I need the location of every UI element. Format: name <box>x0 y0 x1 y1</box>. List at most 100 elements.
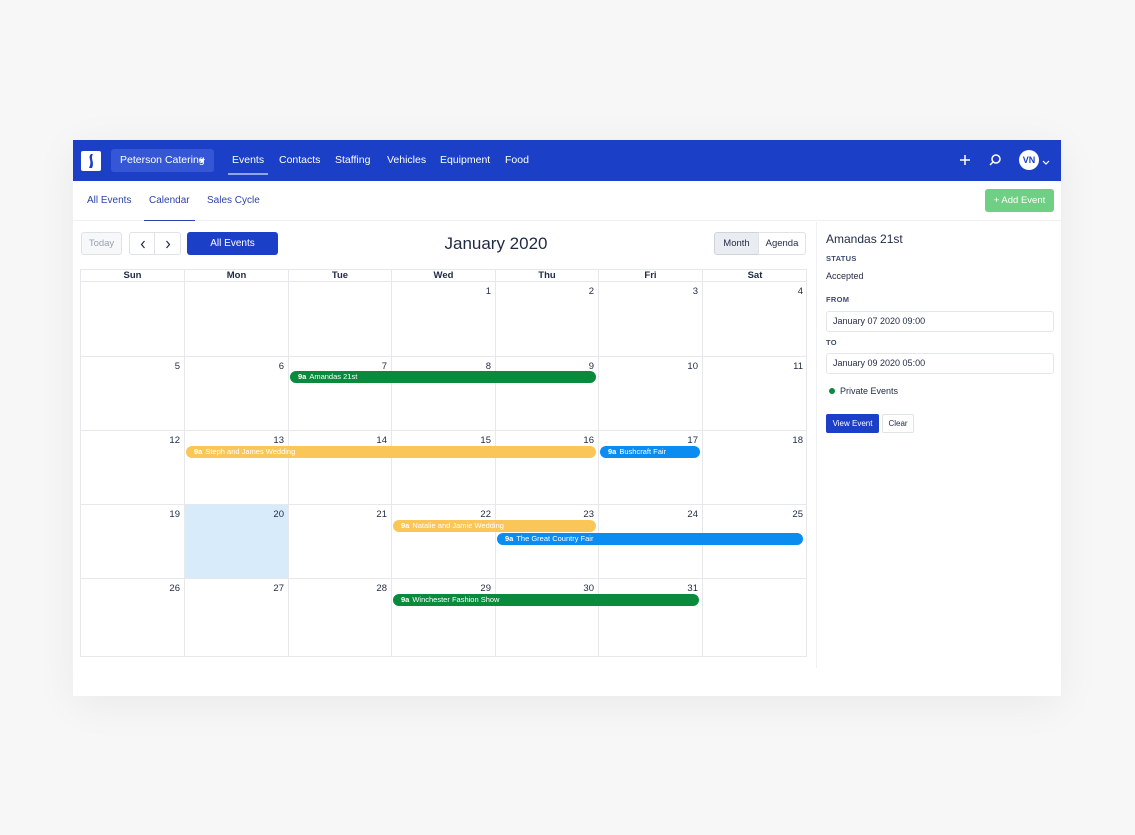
day-cell[interactable]: 26 <box>80 578 184 657</box>
day-cell[interactable]: 6 <box>184 356 288 430</box>
day-cell-today[interactable]: 20 <box>184 504 288 578</box>
event-name: Natalie and Jamie Wedding <box>412 521 504 530</box>
month-view-button[interactable]: Month <box>714 232 759 255</box>
day-cell[interactable]: 3 <box>598 281 702 356</box>
day-number: 16 <box>583 435 594 446</box>
day-cell[interactable]: 19 <box>80 504 184 578</box>
day-number: 29 <box>480 583 491 594</box>
tab-all-events[interactable]: All Events <box>87 181 131 219</box>
view-event-button[interactable]: View Event <box>826 414 879 433</box>
from-field[interactable]: January 07 2020 09:00 <box>826 311 1054 332</box>
nav-item-equipment[interactable]: Equipment <box>440 140 490 181</box>
organization-name: Peterson Catering <box>120 154 205 166</box>
nav-item-contacts[interactable]: Contacts <box>279 140 320 181</box>
event-time: 9a <box>505 534 514 543</box>
nav-item-vehicles[interactable]: Vehicles <box>387 140 426 181</box>
weekday-header: Sat <box>702 269 807 281</box>
chevron-down-icon[interactable] <box>1041 154 1051 165</box>
nav-item-events[interactable]: Events <box>227 140 269 181</box>
plus-icon[interactable] <box>956 151 974 169</box>
today-button[interactable]: Today <box>81 232 122 255</box>
event-title: Amandas 21st <box>826 232 903 246</box>
event-time: 9a <box>401 521 410 530</box>
to-field[interactable]: January 09 2020 05:00 <box>826 353 1054 374</box>
day-cell[interactable] <box>288 281 391 356</box>
month-grid: Sun Mon Tue Wed Thu Fri Sat 1 2 3 4 5 6 7 8 9 10 11 12 13 14… <box>80 269 807 657</box>
day-number: 25 <box>792 509 803 520</box>
day-number: 24 <box>687 509 698 520</box>
app-logo-icon[interactable] <box>81 151 101 171</box>
calendar-event[interactable]: 9a Winchester Fashion Show <box>393 594 699 606</box>
status-label: STATUS <box>826 254 857 263</box>
day-cell[interactable]: 17 <box>598 430 702 504</box>
day-cell[interactable] <box>702 578 807 657</box>
day-cell[interactable]: 22 <box>391 504 495 578</box>
tab-calendar[interactable]: Calendar <box>144 181 195 221</box>
caret-down-icon <box>199 159 205 163</box>
add-event-button[interactable]: + Add Event <box>985 189 1054 212</box>
event-filter-button[interactable]: All Events <box>187 232 278 255</box>
day-cell[interactable]: 31 <box>598 578 702 657</box>
day-number: 27 <box>273 583 284 594</box>
status-value: Accepted <box>826 271 864 281</box>
day-cell[interactable]: 28 <box>288 578 391 657</box>
day-number: 5 <box>174 361 180 372</box>
day-cell[interactable]: 10 <box>598 356 702 430</box>
day-cell[interactable]: 13 <box>184 430 288 504</box>
day-cell[interactable]: 11 <box>702 356 807 430</box>
day-number: 2 <box>588 286 594 297</box>
day-cell[interactable]: 14 <box>288 430 391 504</box>
day-cell[interactable]: 21 <box>288 504 391 578</box>
calendar-event[interactable]: 9a The Great Country Fair <box>497 533 803 545</box>
day-cell[interactable]: 4 <box>702 281 807 356</box>
day-cell[interactable] <box>80 281 184 356</box>
day-cell[interactable] <box>184 281 288 356</box>
from-label: FROM <box>826 295 850 304</box>
day-number: 4 <box>797 286 803 297</box>
day-number: 26 <box>169 583 180 594</box>
event-name: Steph and James Wedding <box>205 447 296 456</box>
app-window: Peterson Catering Events Contacts Staffi… <box>73 140 1061 696</box>
day-cell[interactable]: 1 <box>391 281 495 356</box>
chevron-left-icon <box>140 240 145 249</box>
tab-sales-cycle[interactable]: Sales Cycle <box>207 181 260 219</box>
clear-button[interactable]: Clear <box>882 414 914 433</box>
next-month-button[interactable] <box>154 232 181 255</box>
sub-navbar: All Events Calendar Sales Cycle <box>73 181 1061 221</box>
day-cell[interactable]: 9 <box>495 356 598 430</box>
prev-month-button[interactable] <box>129 232 155 255</box>
day-number: 22 <box>480 509 491 520</box>
day-number: 19 <box>169 509 180 520</box>
day-number: 3 <box>692 286 698 297</box>
calendar-event[interactable]: 9a Bushcraft Fair <box>600 446 700 458</box>
organization-dropdown[interactable]: Peterson Catering <box>111 149 214 172</box>
day-cell[interactable]: 2 <box>495 281 598 356</box>
calendar-event[interactable]: 9a Amandas 21st <box>290 371 596 383</box>
weekday-header: Tue <box>288 269 391 281</box>
search-icon[interactable] <box>986 151 1004 169</box>
day-number: 14 <box>376 435 387 446</box>
calendar-event[interactable]: 9a Steph and James Wedding <box>186 446 596 458</box>
nav-item-food[interactable]: Food <box>505 140 529 181</box>
user-avatar[interactable]: VN <box>1019 150 1039 170</box>
calendar-event[interactable]: 9a Natalie and Jamie Wedding <box>393 520 596 532</box>
day-cell[interactable]: 7 <box>288 356 391 430</box>
agenda-view-button[interactable]: Agenda <box>758 232 806 255</box>
day-number: 11 <box>793 361 803 372</box>
day-cell[interactable]: 18 <box>702 430 807 504</box>
event-time: 9a <box>401 595 410 604</box>
day-cell[interactable]: 16 <box>495 430 598 504</box>
day-number: 28 <box>376 583 387 594</box>
day-cell[interactable]: 29 <box>391 578 495 657</box>
day-cell[interactable]: 15 <box>391 430 495 504</box>
weekday-header: Fri <box>598 269 702 281</box>
day-number: 20 <box>273 509 284 520</box>
day-number: 23 <box>583 509 594 520</box>
day-cell[interactable]: 30 <box>495 578 598 657</box>
day-cell[interactable]: 5 <box>80 356 184 430</box>
event-time: 9a <box>194 447 203 456</box>
day-cell[interactable]: 27 <box>184 578 288 657</box>
day-cell[interactable]: 8 <box>391 356 495 430</box>
nav-item-staffing[interactable]: Staffing <box>335 140 370 181</box>
day-cell[interactable]: 12 <box>80 430 184 504</box>
